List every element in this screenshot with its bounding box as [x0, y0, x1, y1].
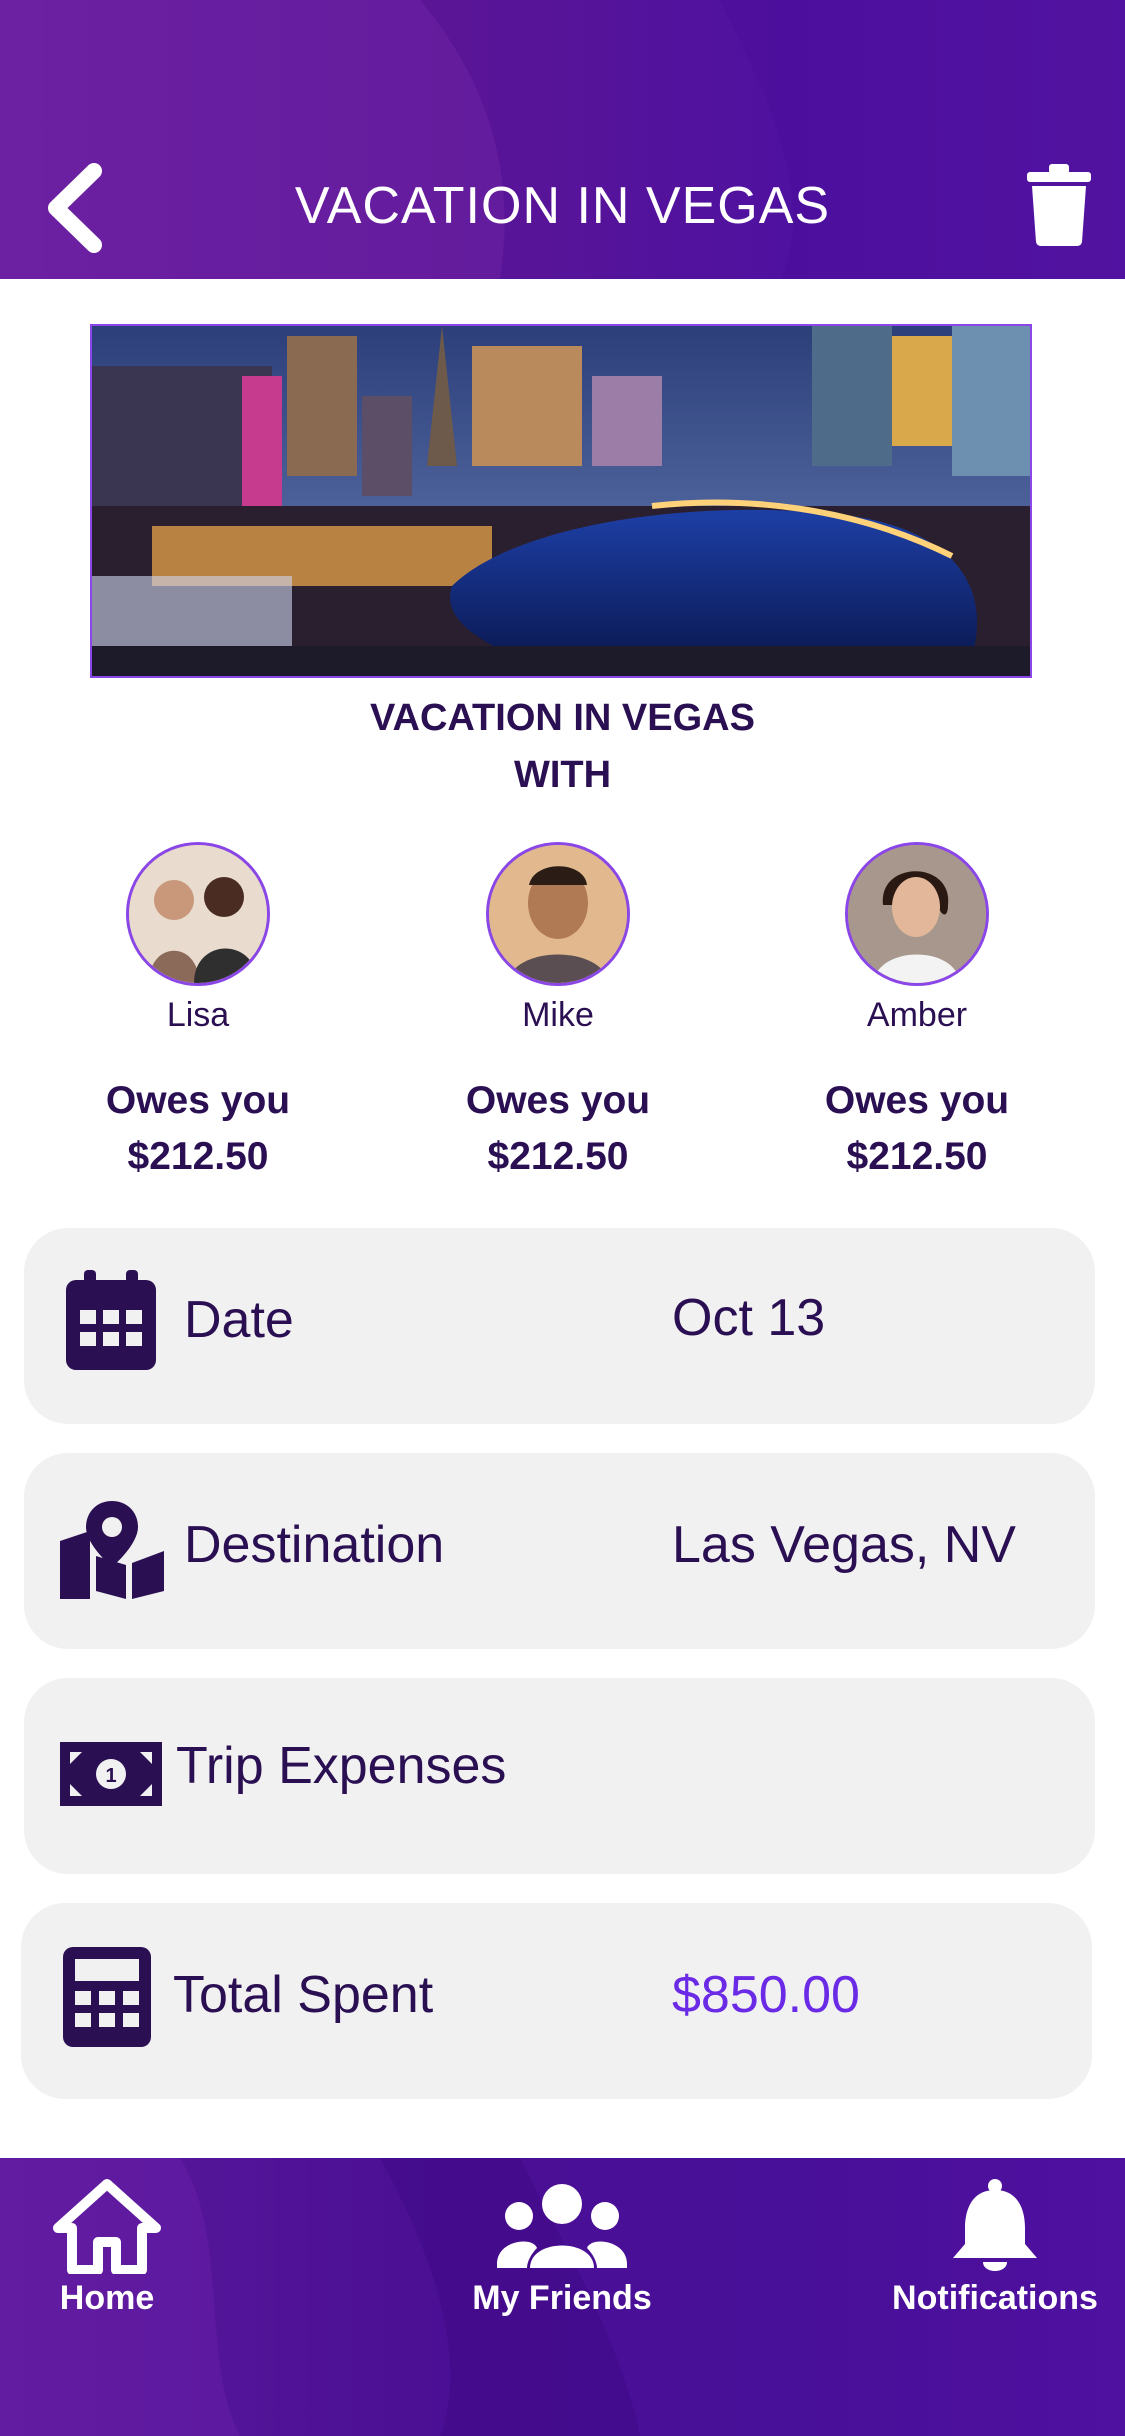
destination-label: Destination [184, 1516, 445, 1574]
nav-my-friends-label: My Friends [472, 2279, 652, 2317]
nav-notifications-label: Notifications [892, 2279, 1098, 2317]
friend-name: Amber [866, 996, 968, 1034]
bottom-navigation: Home My Friends Notifications [0, 2158, 1125, 2436]
avatar [126, 842, 270, 986]
friend-lisa[interactable]: Lisa Owes you $212.50 [58, 842, 338, 1185]
owes-value: $212.50 [846, 1135, 988, 1178]
bell-icon [953, 2179, 1037, 2271]
app-header: VACATION IN VEGAS [0, 0, 1125, 279]
svg-text:1: 1 [105, 1765, 116, 1787]
owes-label: Owes you [824, 1079, 1010, 1122]
avatar [845, 842, 989, 986]
friend-amber[interactable]: Amber Owes you $212.50 [777, 842, 1057, 1185]
owes-label: Owes you [105, 1079, 291, 1122]
owes-label: Owes you [465, 1079, 651, 1122]
friend-mike[interactable]: Mike Owes you $212.50 [418, 842, 698, 1185]
calculator-icon [63, 1947, 151, 2047]
date-value: Oct 13 [672, 1289, 826, 1347]
destination-card[interactable]: Destination Las Vegas, NV [24, 1453, 1095, 1649]
nav-notifications[interactable]: Notifications [880, 2178, 1110, 2318]
destination-value: Las Vegas, NV [672, 1516, 1016, 1574]
trip-expenses-label: Trip Expenses [176, 1737, 507, 1795]
owes-value: $212.50 [127, 1135, 269, 1178]
friend-name: Mike [522, 996, 594, 1034]
date-card[interactable]: Date Oct 13 [24, 1228, 1095, 1424]
total-spent-card: Total Spent $850.00 [21, 1903, 1092, 2099]
date-label: Date [184, 1291, 294, 1349]
trip-cover-image [90, 324, 1032, 678]
home-icon [53, 2179, 161, 2275]
delete-button[interactable] [1025, 164, 1093, 246]
calendar-icon [66, 1270, 156, 1370]
trash-icon [1027, 164, 1091, 246]
avatar [486, 842, 630, 986]
nav-home-label: Home [59, 2279, 155, 2317]
page-title: VACATION IN VEGAS [294, 177, 831, 235]
owes-amount: Owes you $212.50 [58, 1073, 338, 1185]
header-wave-decoration [0, 0, 1125, 279]
trip-heading: VACATION IN VEGAS WITH [0, 690, 1125, 804]
owes-value: $212.50 [487, 1135, 629, 1178]
total-spent-label: Total Spent [173, 1966, 434, 2024]
friend-name: Lisa [166, 996, 230, 1034]
trip-title: VACATION IN VEGAS [370, 697, 755, 739]
nav-my-friends[interactable]: My Friends [452, 2178, 672, 2318]
money-bill-icon: 1 [60, 1742, 162, 1806]
trip-expenses-card[interactable]: 1 Trip Expenses [24, 1678, 1095, 1874]
users-icon [497, 2184, 627, 2268]
owes-amount: Owes you $212.50 [418, 1073, 698, 1185]
owes-amount: Owes you $212.50 [777, 1073, 1057, 1185]
map-pin-icon [60, 1501, 164, 1599]
total-spent-value: $850.00 [672, 1966, 860, 2024]
nav-home[interactable]: Home [40, 2178, 174, 2318]
trip-with-label: WITH [513, 754, 612, 796]
